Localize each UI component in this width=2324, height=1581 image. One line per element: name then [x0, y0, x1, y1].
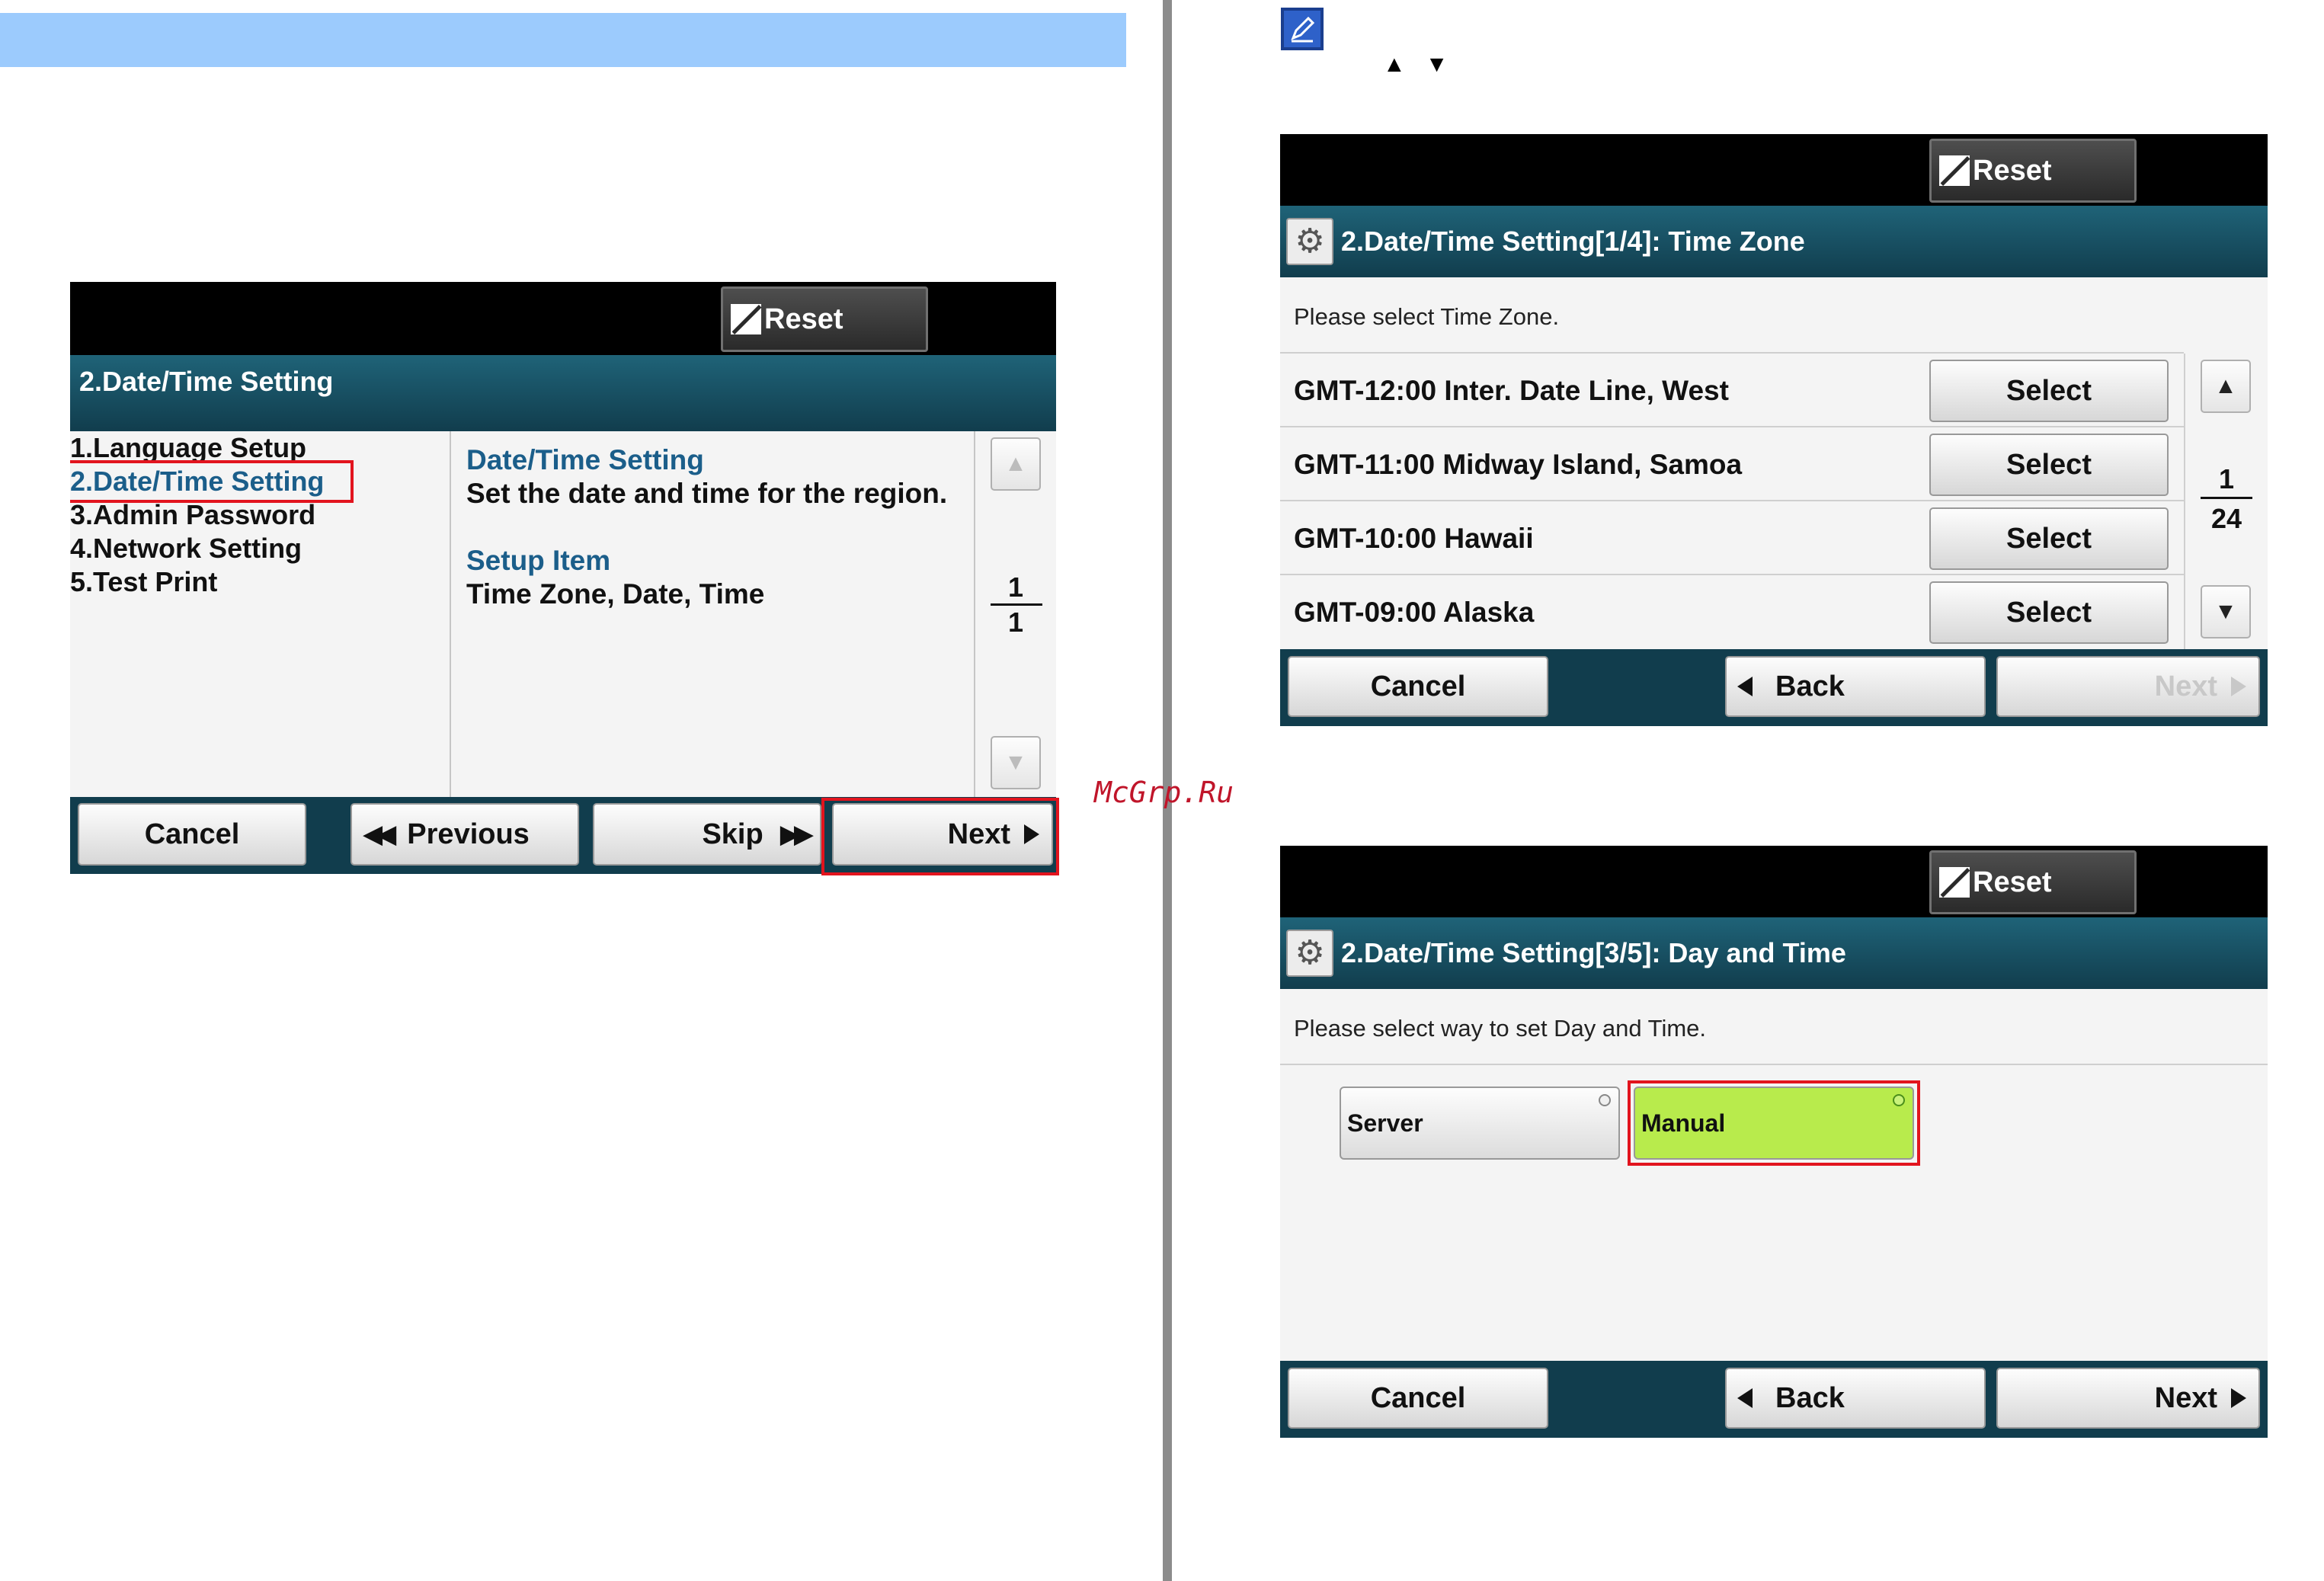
double-left-arrow-icon: ◀◀ [363, 820, 396, 849]
divider-line [1280, 1064, 2268, 1065]
list-item: GMT-09:00 Alaska Select [1280, 574, 2184, 648]
back-button[interactable]: Back [1725, 1368, 1986, 1429]
status-led-icon [1599, 1094, 1611, 1106]
cancel-button[interactable]: Cancel [1288, 656, 1548, 717]
reset-icon [731, 304, 761, 334]
header-banner [0, 13, 1126, 67]
scroll-column: ▲ 1 1 ▼ [974, 431, 1056, 797]
skip-label: Skip [702, 818, 763, 850]
cancel-label: Cancel [144, 818, 240, 850]
highlight-manual [1628, 1080, 1920, 1166]
action-bar: Cancel Back Next [1280, 649, 2268, 726]
scroll-up-button[interactable]: ▲ [2201, 360, 2251, 413]
timezone-label: GMT-10:00 Hawaii [1294, 523, 1534, 554]
screen-title: ⚙ 2.Date/Time Setting[1/4]: Time Zone [1280, 206, 2268, 277]
reset-button[interactable]: Reset [1929, 139, 2137, 203]
prompt-text: Please select way to set Day and Time. [1294, 1015, 1707, 1042]
screen-title: 2.Date/Time Setting [70, 355, 1056, 431]
right-triangle-icon [2231, 677, 2246, 696]
detail-heading: Date/Time Setting [466, 444, 704, 475]
scroll-down-button[interactable]: ▼ [991, 736, 1041, 789]
double-right-arrow-icon: ▶▶ [779, 820, 814, 849]
down-triangle-icon: ▼ [2214, 599, 2237, 624]
action-bar: Cancel Back Next [1280, 1361, 2268, 1438]
note-pencil-icon [1281, 8, 1324, 50]
reset-label: Reset [1973, 866, 2052, 898]
highlight-datetime [70, 460, 354, 503]
scroll-down-button[interactable]: ▼ [2201, 585, 2251, 638]
reset-button[interactable]: Reset [721, 286, 928, 352]
setup-text: Time Zone, Date, Time [466, 578, 765, 610]
reset-label: Reset [1973, 154, 2052, 187]
reset-icon [1939, 155, 1970, 186]
cancel-label: Cancel [1370, 1381, 1466, 1414]
menu-item-test-print[interactable]: 5.Test Print [70, 565, 217, 599]
next-button[interactable]: Next [1996, 1368, 2260, 1429]
up-down-arrows-icon: ▲▼ [1383, 52, 1468, 77]
page-total: 1 [1007, 606, 1024, 638]
skip-button[interactable]: Skip ▶▶ [593, 803, 821, 866]
gear-icon: ⚙ [1286, 930, 1333, 977]
timezone-label: GMT-11:00 Midway Island, Samoa [1294, 449, 1743, 480]
cancel-button[interactable]: Cancel [1288, 1368, 1548, 1429]
screen-title-text: 2.Date/Time Setting [79, 366, 334, 397]
screen-title-text: 2.Date/Time Setting[1/4]: Time Zone [1341, 226, 1805, 257]
page-current: 1 [2218, 463, 2235, 494]
previous-label: Previous [407, 818, 530, 850]
next-button[interactable]: Next [1996, 656, 2260, 717]
reset-icon [1939, 867, 1970, 898]
next-label: Next [2154, 1381, 2217, 1414]
screen-day-and-time: Reset ⚙ 2.Date/Time Setting[3/5]: Day an… [1280, 846, 2268, 1438]
timezone-label: GMT-09:00 Alaska [1294, 597, 1535, 628]
cancel-button[interactable]: Cancel [78, 803, 306, 866]
reset-button[interactable]: Reset [1929, 850, 2137, 914]
option-server-button[interactable]: Server [1340, 1087, 1620, 1160]
left-triangle-icon [1737, 1388, 1753, 1408]
select-button[interactable]: Select [1929, 434, 2169, 496]
watermark: McGrp.Ru [1094, 776, 1234, 809]
screen-title-text: 2.Date/Time Setting[3/5]: Day and Time [1341, 937, 1846, 968]
right-triangle-icon [2231, 1388, 2246, 1408]
scroll-up-button[interactable]: ▲ [991, 437, 1041, 491]
previous-button[interactable]: ◀◀ Previous [351, 803, 579, 866]
option-server-label: Server [1347, 1109, 1423, 1137]
list-item: GMT-12:00 Inter. Date Line, West Select [1280, 352, 2184, 426]
highlight-next-button [821, 798, 1059, 875]
gear-icon: ⚙ [1286, 218, 1333, 265]
left-triangle-icon [1737, 677, 1753, 696]
back-button[interactable]: Back [1725, 656, 1986, 717]
detail-panel: Date/Time Setting Set the date and time … [466, 443, 947, 611]
back-label: Back [1775, 670, 1845, 702]
screen-setup-menu: Reset 2.Date/Time Setting 1.Language Set… [70, 282, 1056, 874]
down-triangle-icon: ▼ [1004, 750, 1027, 775]
list-item: GMT-10:00 Hawaii Select [1280, 500, 2184, 574]
menu-item-admin-password[interactable]: 3.Admin Password [70, 498, 315, 532]
reset-label: Reset [764, 302, 843, 335]
page-total: 24 [2210, 503, 2242, 534]
setup-heading: Setup Item [466, 545, 611, 576]
page-current: 1 [1007, 571, 1024, 603]
prompt-text: Please select Time Zone. [1294, 303, 1560, 330]
up-triangle-icon: ▲ [1004, 451, 1027, 476]
next-label: Next [2154, 670, 2217, 702]
back-label: Back [1775, 1381, 1845, 1414]
timezone-label: GMT-12:00 Inter. Date Line, West [1294, 375, 1729, 406]
page-fraction-line [991, 603, 1042, 606]
select-button[interactable]: Select [1929, 581, 2169, 644]
list-item: GMT-11:00 Midway Island, Samoa Select [1280, 426, 2184, 500]
menu-item-network[interactable]: 4.Network Setting [70, 532, 302, 565]
screen-time-zone: Reset ⚙ 2.Date/Time Setting[1/4]: Time Z… [1280, 134, 2268, 726]
detail-text: Set the date and time for the region. [466, 478, 948, 509]
cancel-label: Cancel [1370, 670, 1466, 702]
select-button[interactable]: Select [1929, 507, 2169, 570]
page-fraction-line [2201, 497, 2252, 499]
up-triangle-icon: ▲ [2214, 373, 2237, 398]
scroll-column: ▲ 1 24 ▼ [2184, 354, 2268, 649]
select-button[interactable]: Select [1929, 360, 2169, 422]
screen-title: ⚙ 2.Date/Time Setting[3/5]: Day and Time [1280, 917, 2268, 989]
